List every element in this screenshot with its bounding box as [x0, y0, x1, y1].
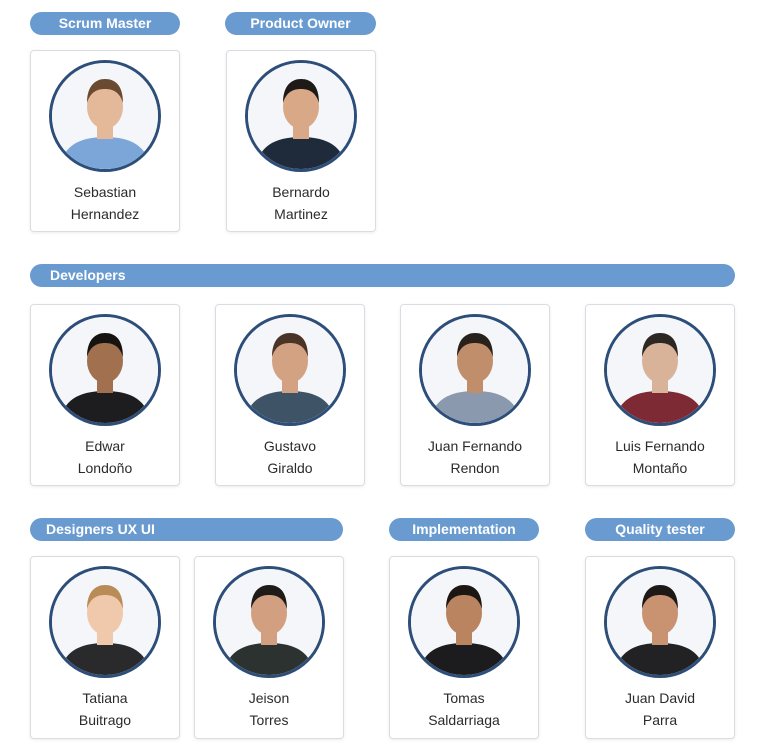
member-name: Bernardo Martinez	[227, 181, 375, 225]
member-name: Juan Fernando Rendon	[401, 435, 549, 479]
member-card: Luis Fernando Montaño	[585, 304, 735, 486]
member-first-name: Bernardo	[272, 184, 330, 200]
member-last-name: Torres	[249, 712, 289, 728]
member-photo	[49, 566, 161, 678]
section-scrum-master: Scrum Master	[30, 12, 180, 35]
member-card: Gustavo Giraldo	[215, 304, 365, 486]
member-card: Sebastian Hernandez	[30, 50, 180, 232]
member-card: Jeison Torres	[194, 556, 344, 739]
member-name: Luis Fernando Montaño	[586, 435, 734, 479]
member-last-name: Montaño	[632, 460, 688, 476]
member-card: Juan Fernando Rendon	[400, 304, 550, 486]
member-last-name: Parra	[642, 712, 678, 728]
member-name: Edwar Londoño	[31, 435, 179, 479]
member-last-name: Rendon	[450, 460, 500, 476]
member-name: Jeison Torres	[195, 687, 343, 731]
section-designers: Designers UX UI	[30, 518, 343, 541]
member-last-name: Saldarriaga	[428, 712, 500, 728]
member-photo	[49, 314, 161, 426]
section-developers: Developers	[30, 264, 735, 287]
member-photo	[604, 566, 716, 678]
member-name: Tatiana Buitrago	[31, 687, 179, 731]
member-name: Sebastian Hernandez	[31, 181, 179, 225]
member-first-name: Juan Fernando	[427, 438, 523, 454]
member-last-name: Hernandez	[70, 206, 140, 222]
member-name: Juan David Parra	[586, 687, 734, 731]
member-first-name: Gustavo	[263, 438, 317, 454]
member-last-name: Giraldo	[267, 460, 313, 476]
member-card: Bernardo Martinez	[226, 50, 376, 232]
member-last-name: Londoño	[77, 460, 133, 476]
member-first-name: Sebastian	[73, 184, 137, 200]
member-first-name: Jeison	[248, 690, 290, 706]
member-photo	[213, 566, 325, 678]
member-card: Edwar Londoño	[30, 304, 180, 486]
member-last-name: Martinez	[274, 206, 328, 222]
section-quality-tester: Quality tester	[585, 518, 735, 541]
member-first-name: Edwar	[85, 438, 125, 454]
member-first-name: Tatiana	[82, 690, 128, 706]
member-name: Tomas Saldarriaga	[390, 687, 538, 731]
member-first-name: Luis Fernando	[615, 438, 705, 454]
member-first-name: Tomas	[443, 690, 485, 706]
member-photo	[245, 60, 357, 172]
member-photo	[604, 314, 716, 426]
section-implementation: Implementation	[389, 518, 539, 541]
member-photo	[234, 314, 346, 426]
section-product-owner: Product Owner	[225, 12, 376, 35]
member-card: Tomas Saldarriaga	[389, 556, 539, 739]
member-photo	[408, 566, 520, 678]
member-photo	[49, 60, 161, 172]
member-name: Gustavo Giraldo	[216, 435, 364, 479]
member-card: Tatiana Buitrago	[30, 556, 180, 739]
member-card: Juan David Parra	[585, 556, 735, 739]
member-photo	[419, 314, 531, 426]
member-last-name: Buitrago	[78, 712, 132, 728]
member-first-name: Juan David	[624, 690, 696, 706]
